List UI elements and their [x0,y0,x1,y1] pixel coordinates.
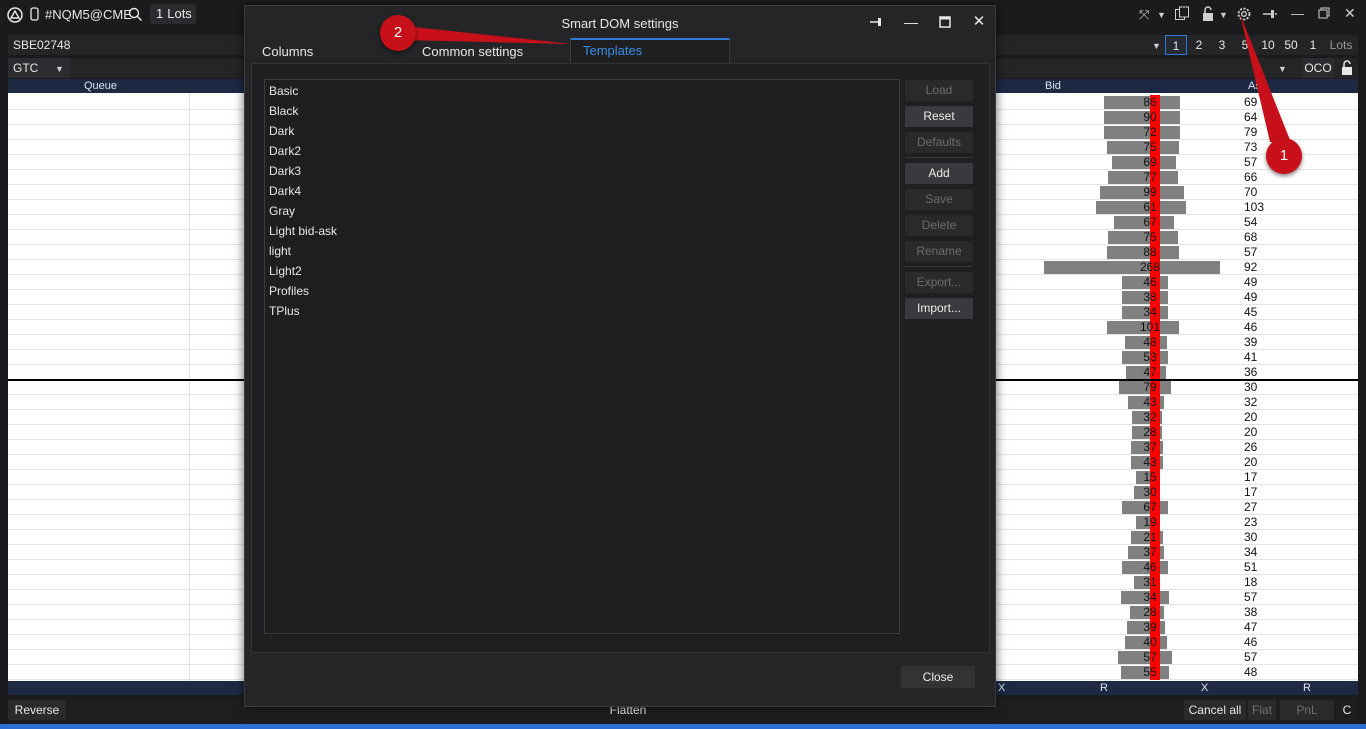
annotation-pointer-1 [1240,14,1292,145]
annotation-badge-2: 2 [380,15,416,51]
annotation-badge-1: 1 [1266,138,1302,174]
annotation-pointer-2 [402,26,572,44]
annotation-pointers [402,14,1292,145]
